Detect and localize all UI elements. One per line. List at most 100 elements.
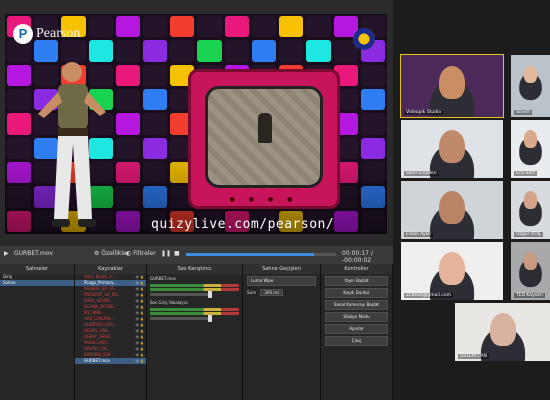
audio-meter (150, 288, 239, 291)
audio-mixer-dock: Ses Karıştırıcı GURBET.mov Ses Giriş Yak… (147, 264, 243, 400)
disco-tile (143, 113, 168, 135)
disco-tile (88, 16, 113, 38)
participant-face (439, 66, 465, 99)
audio-meter (150, 312, 239, 315)
participant-face (523, 252, 538, 270)
disco-tile (7, 113, 32, 135)
participant-face (439, 130, 465, 163)
participant-name: Özgür ATIŞ (514, 232, 543, 237)
disco-tile (360, 89, 385, 111)
disco-tile (143, 137, 168, 159)
control-button[interactable]: Çıkış (325, 336, 388, 346)
stream-preview: P Pearson ● ● ● ● quizylive.com/pearson/ (5, 14, 387, 234)
institution-seal-icon (353, 28, 375, 50)
disco-tile (115, 64, 141, 86)
participant-name: ÖZLEM CAN (458, 354, 489, 359)
tv-screen (205, 86, 323, 188)
control-button[interactable]: Ayarlar (325, 324, 388, 334)
time-readout: 00:00:17 / -00:00:02 (342, 250, 373, 264)
disco-tile (143, 64, 168, 86)
scenes-dock: Sahneler Giriş Sahne (0, 264, 75, 400)
disco-tile (197, 16, 222, 38)
mixer-channel-name: GURBET.mov (150, 276, 177, 281)
control-button[interactable]: Yayın Başlat (325, 276, 388, 286)
control-buttons: Yayın Başlat Kaydı Durdur Sanal Kamerayı B… (321, 276, 392, 346)
participant-face (439, 191, 465, 224)
audio-meter (150, 284, 239, 287)
transition-type-select[interactable]: Luma Wipe (247, 276, 316, 286)
participant-face (523, 130, 538, 148)
participant-tile[interactable]: ÖZLEM CAN (455, 303, 550, 361)
controls-dock: Kontroller Yayın Başlat Kaydı Durdur Sanal… (321, 264, 393, 400)
audio-mixer-title: Ses Karıştırıcı (147, 264, 242, 274)
participant-tile[interactable]: Sibel Erözden (401, 120, 503, 178)
disco-tile (115, 40, 141, 62)
pearson-logo-text: Pearson (36, 26, 81, 41)
participant-tile[interactable]: ZLKRuk@gmail.com (401, 242, 503, 300)
participant-name: ZLKRuk@gmail.com (404, 293, 453, 298)
seek-progress (186, 253, 314, 256)
control-button[interactable]: Kaydı Durdur (325, 288, 388, 298)
participant-name: Videopik Studio (404, 110, 444, 115)
disco-tile (7, 64, 32, 86)
disco-tile (143, 40, 168, 62)
participant-tile[interactable]: Sinem (511, 55, 550, 117)
disco-tile (170, 16, 195, 38)
watermark-url: quizylive.com/pearson/ (151, 217, 335, 232)
filters-button[interactable]: ◐ Filtreler (126, 250, 156, 257)
participant-tile[interactable]: Ece Sert (511, 120, 550, 178)
participant-name: Sinem (514, 110, 533, 115)
disco-tile (306, 40, 331, 62)
tv-knobs-icon: ● ● ● ● (229, 196, 299, 203)
play-icon[interactable]: ▶ (4, 250, 9, 257)
pearson-logo-icon: P (13, 24, 33, 44)
disco-tile (279, 40, 304, 62)
participant-name: TED Kayseri (514, 293, 545, 298)
volume-slider[interactable] (150, 291, 212, 298)
disco-tile (197, 40, 222, 62)
disco-tile (7, 137, 32, 159)
disco-tile (306, 16, 331, 38)
volume-slider[interactable] (150, 315, 212, 322)
source-list: Adsız Başlık.in...PLogo_Primary...KEKERR… (75, 274, 146, 364)
mixer-channel-name: Ses Giriş Yakalayıcı (150, 300, 189, 305)
transition-duration-row: Süre 300 ms (243, 288, 320, 297)
control-button[interactable]: Stüdyo Modu (325, 312, 388, 322)
disco-tile (224, 16, 249, 38)
disco-tile (115, 16, 141, 38)
sources-dock-title: Kaynaklar (75, 264, 146, 274)
participant-tile[interactable]: Erkan Aykil (401, 181, 503, 239)
disco-tile (224, 40, 249, 62)
controls-title: Kontroller (321, 264, 392, 274)
participant-tile[interactable]: Özgür ATIŞ (511, 181, 550, 239)
disco-tile (360, 137, 385, 159)
disco-tile (115, 137, 141, 159)
properties-button[interactable]: ⚙ Özellikler (94, 250, 129, 257)
dancer-figure (38, 62, 106, 227)
sources-dock: Kaynaklar Adsız Başlık.in...PLogo_Primar… (75, 264, 147, 400)
media-transport-bar: ▶ GURBET.mov ⚙ Özellikler ◐ Filtreler ❚❚… (0, 246, 393, 264)
disco-tile (143, 89, 168, 111)
duration-input[interactable]: 300 ms (260, 289, 284, 296)
video-call-grid: Videopik Studio Sinem Sibel Erözden Ece Ser… (393, 0, 550, 400)
disco-tile (115, 89, 141, 111)
scenes-dock-title: Sahneler (0, 264, 74, 274)
disco-tile (115, 113, 141, 135)
participant-tile[interactable]: Videopik Studio (400, 54, 504, 118)
disco-tile (251, 16, 277, 38)
disco-tile (7, 89, 32, 111)
participant-face (489, 313, 516, 346)
disco-tile (360, 64, 385, 86)
participant-tile[interactable]: TED Kayseri (511, 242, 550, 300)
source-item[interactable]: GURBET.mov (75, 358, 146, 364)
pause-icon[interactable]: ❚❚ (161, 250, 171, 257)
stop-icon[interactable]: ■ (174, 250, 180, 257)
disco-tile (143, 16, 168, 38)
control-button[interactable]: Sanal Kamerayı Başlat (325, 300, 388, 310)
obs-window: P Pearson ● ● ● ● quizylive.com/pearson/… (0, 0, 393, 400)
scene-item[interactable]: Sahne (0, 280, 74, 286)
participant-name: Sibel Erözden (404, 171, 439, 176)
participant-face (523, 66, 538, 84)
disco-tile (170, 40, 195, 62)
seek-bar[interactable] (186, 253, 336, 256)
